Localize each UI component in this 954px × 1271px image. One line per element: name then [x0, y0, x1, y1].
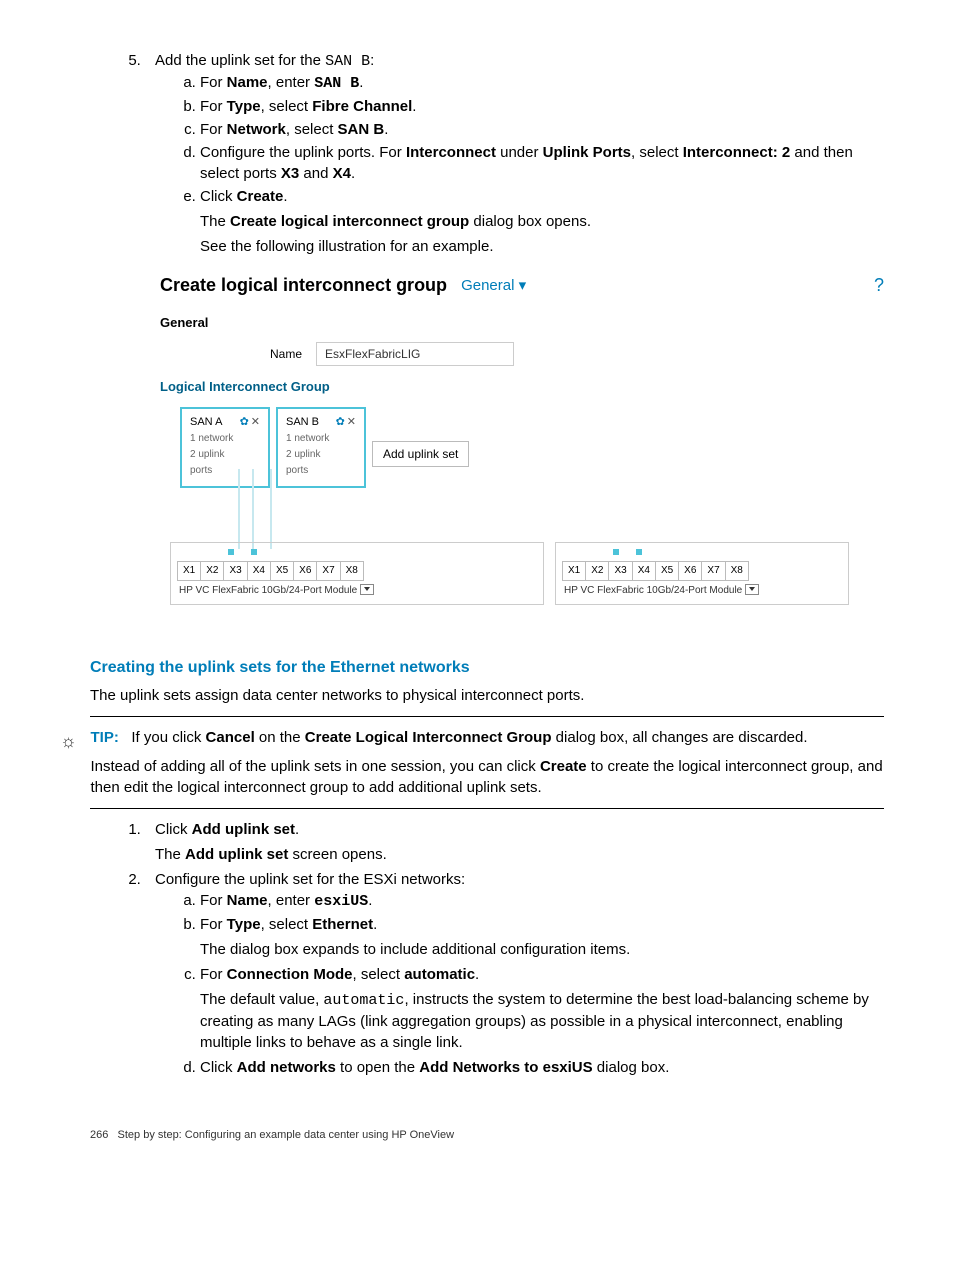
eth-step1: Click Add uplink set. The Add uplink set… [145, 819, 884, 865]
eth-step2c-p1: The default value, automatic, instructs … [200, 989, 884, 1053]
conn-line [270, 469, 272, 549]
step5-e: Click Create. The Create logical interco… [200, 186, 884, 257]
eth-step2c: For Connection Mode, select automatic. T… [200, 964, 884, 1053]
general-heading: General [160, 314, 884, 332]
port-x3[interactable]: X3 [609, 561, 632, 580]
port-x8[interactable]: X8 [725, 561, 748, 580]
port-marker-icon [228, 549, 234, 555]
port-x4[interactable]: X4 [247, 561, 270, 580]
view-dropdown[interactable]: General ▾ [461, 275, 526, 296]
ethernet-uplink-heading: Creating the uplink sets for the Etherne… [90, 657, 884, 679]
port-x4[interactable]: X4 [632, 561, 655, 580]
dropdown-icon[interactable] [745, 584, 759, 595]
tip-p2: Instead of adding all of the uplink sets… [91, 756, 885, 798]
close-icon[interactable]: ✕ [347, 416, 356, 428]
help-icon[interactable]: ? [874, 273, 884, 298]
name-input[interactable] [316, 342, 514, 366]
port-row: X1 X2 X3 X4 X5 X6 X7 X8 [178, 561, 364, 580]
eth-step2a: For Name, enter esxiUS. [200, 890, 884, 912]
port-x2[interactable]: X2 [201, 561, 224, 580]
add-uplink-set-button[interactable]: Add uplink set [372, 441, 469, 468]
conn-line [252, 469, 254, 549]
conn-line [238, 469, 240, 549]
port-x3[interactable]: X3 [224, 561, 247, 580]
page-footer: 266 Step by step: Configuring an example… [90, 1128, 884, 1143]
step5-intro-a: Add the uplink set for the [155, 52, 325, 69]
step5-intro-code: SAN B [325, 53, 370, 70]
close-icon[interactable]: ✕ [251, 416, 260, 428]
module-label: HP VC FlexFabric 10Gb/24-Port Module [177, 581, 537, 598]
tip-block: ☼ TIP: If you click Cancel on the Create… [60, 727, 884, 798]
step5-intro-b: : [370, 52, 374, 69]
dialog-header: Create logical interconnect group Genera… [160, 269, 884, 306]
step5-b: For Type, select Fibre Channel. [200, 96, 884, 117]
tip-p1: TIP: If you click Cancel on the Create L… [91, 727, 885, 748]
step5-e-p2: See the following illustration for an ex… [200, 236, 884, 257]
port-marker-icon [613, 549, 619, 555]
step-5: Add the uplink set for the SAN B: For Na… [145, 50, 884, 257]
port-x1[interactable]: X1 [178, 561, 201, 580]
port-x8[interactable]: X8 [340, 561, 363, 580]
tip-icon: ☼ [60, 727, 77, 798]
divider [90, 716, 884, 717]
lig-diagram: SAN A✿✕ 1 network 2 uplink ports SAN B✿✕… [160, 407, 884, 627]
port-x5[interactable]: X5 [270, 561, 293, 580]
marker-cell [178, 547, 201, 562]
port-x5[interactable]: X5 [655, 561, 678, 580]
interconnect-module-2: X1 X2 X3 X4 X5 X6 X7 X8 HP VC FlexFabric… [555, 542, 849, 605]
step-5-list: Add the uplink set for the SAN B: For Na… [90, 50, 884, 257]
eth-step2b: For Type, select Ethernet. The dialog bo… [200, 914, 884, 960]
eth-step2-sublist: For Name, enter esxiUS. For Type, select… [155, 890, 884, 1078]
name-label: Name [270, 346, 302, 363]
port-x7[interactable]: X7 [702, 561, 725, 580]
san-a-box[interactable]: SAN A✿✕ 1 network 2 uplink ports [180, 407, 270, 488]
port-x6[interactable]: X6 [679, 561, 702, 580]
eth-step1-p1: The Add uplink set screen opens. [155, 844, 884, 865]
step5-a: For Name, enter SAN B. [200, 72, 884, 94]
port-x2[interactable]: X2 [586, 561, 609, 580]
ethernet-intro: The uplink sets assign data center netwo… [90, 685, 884, 706]
port-x1[interactable]: X1 [563, 561, 586, 580]
eth-step2b-p1: The dialog box expands to include additi… [200, 939, 884, 960]
step5-c: For Network, select SAN B. [200, 119, 884, 140]
port-row: X1 X2 X3 X4 X5 X6 X7 X8 [563, 561, 749, 580]
eth-step2: Configure the uplink set for the ESXi ne… [145, 869, 884, 1078]
eth-step2d: Click Add networks to open the Add Netwo… [200, 1057, 884, 1078]
gear-icon[interactable]: ✿ [240, 416, 249, 428]
port-x6[interactable]: X6 [294, 561, 317, 580]
divider [90, 808, 884, 809]
name-row: Name [270, 342, 884, 366]
page-number: 266 [90, 1129, 108, 1141]
step5-d: Configure the uplink ports. For Intercon… [200, 142, 884, 184]
step5-sublist: For Name, enter SAN B. For Type, select … [155, 72, 884, 257]
port-x7[interactable]: X7 [317, 561, 340, 580]
step5-e-p1: The Create logical interconnect group di… [200, 211, 884, 232]
dialog-figure: Create logical interconnect group Genera… [160, 269, 884, 627]
ethernet-steps: Click Add uplink set. The Add uplink set… [90, 819, 884, 1078]
footer-text: Step by step: Configuring an example dat… [118, 1129, 455, 1141]
interconnect-module-1: X1 X2 X3 X4 X5 X6 X7 X8 HP VC FlexFabric… [170, 542, 544, 605]
module-label: HP VC FlexFabric 10Gb/24-Port Module [562, 581, 842, 598]
lig-heading: Logical Interconnect Group [160, 378, 884, 396]
gear-icon[interactable]: ✿ [336, 416, 345, 428]
dialog-title: Create logical interconnect group [160, 273, 447, 298]
port-marker-icon [636, 549, 642, 555]
dropdown-icon[interactable] [360, 584, 374, 595]
san-b-box[interactable]: SAN B✿✕ 1 network 2 uplink ports [276, 407, 366, 488]
port-marker-icon [251, 549, 257, 555]
